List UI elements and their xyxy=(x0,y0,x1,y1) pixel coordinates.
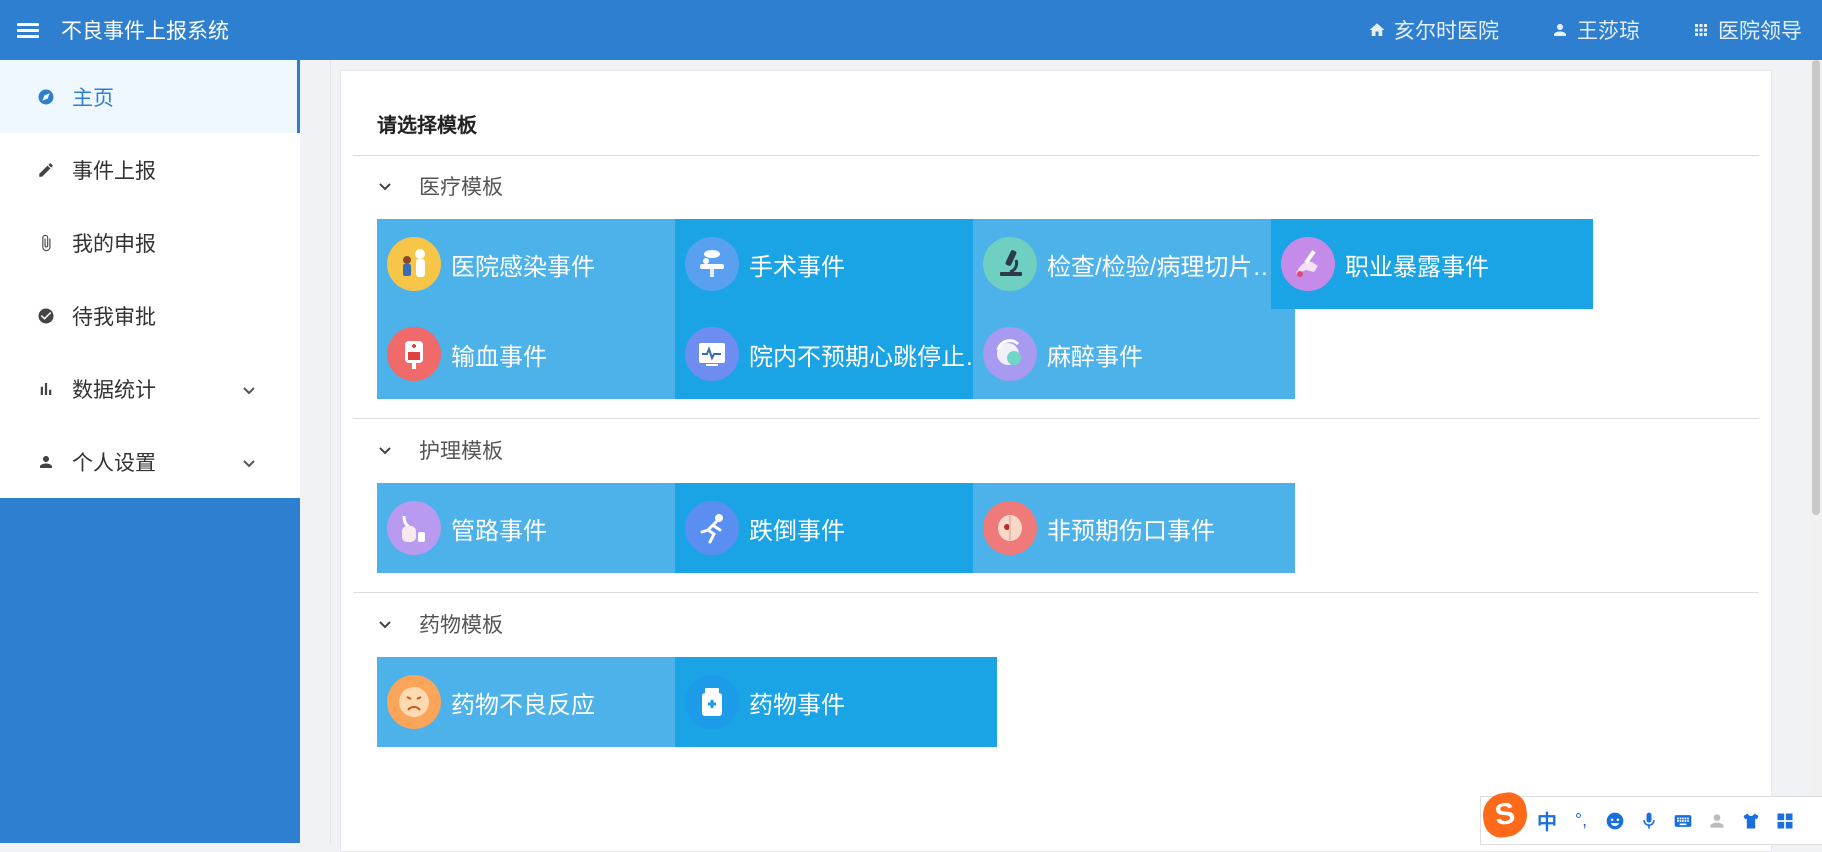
tile-label: 药物不良反应 xyxy=(451,691,595,719)
heart-monitor-icon xyxy=(685,327,739,381)
template-tile-catheter[interactable]: 管路事件 xyxy=(377,483,699,573)
microphone-icon[interactable] xyxy=(1639,811,1659,831)
template-tile-drug-event[interactable]: 药物事件 xyxy=(675,657,997,747)
template-tile-blood-transfusion[interactable]: 输血事件 xyxy=(377,309,699,399)
sidebar-item-pending-approval[interactable]: 待我审批 xyxy=(0,279,300,352)
paperclip-icon xyxy=(37,234,55,252)
page-title: 请选择模板 xyxy=(377,115,477,137)
anesthesia-mask-icon xyxy=(983,327,1037,381)
sidebar: 主页 事件上报 我的申报 待我审批 数据统计 个人设置 xyxy=(0,60,300,843)
tile-label: 检查/检验/病理切片… xyxy=(1047,253,1277,281)
section-label: 护理模板 xyxy=(419,440,503,463)
sidebar-item-label: 主页 xyxy=(72,86,114,110)
tile-label: 医院感染事件 xyxy=(451,253,595,281)
person-icon xyxy=(37,453,55,471)
user-toggle-icon[interactable] xyxy=(1707,811,1727,831)
hospital-name: 亥尔时医院 xyxy=(1394,20,1499,43)
ime-logo[interactable]: S xyxy=(1480,789,1530,840)
divider xyxy=(353,155,1759,156)
check-circle-icon xyxy=(37,307,55,325)
tile-label: 非预期伤口事件 xyxy=(1047,517,1215,545)
sidebar-item-label: 数据统计 xyxy=(72,378,156,402)
hand-syringe-icon xyxy=(1281,237,1335,291)
falling-person-icon xyxy=(685,501,739,555)
chevron-down-icon xyxy=(379,447,391,455)
ime-mode[interactable]: 中 xyxy=(1537,806,1557,835)
tile-label: 输血事件 xyxy=(451,343,547,371)
emoji-icon[interactable] xyxy=(1605,811,1625,831)
template-tile-exam-lab-pathology[interactable]: 检查/检验/病理切片… xyxy=(973,219,1295,309)
toolbox-grid-icon[interactable] xyxy=(1775,811,1795,831)
tile-label: 麻醉事件 xyxy=(1047,343,1143,371)
role-link[interactable]: 医院领导 xyxy=(1692,15,1802,45)
chevron-down-icon[interactable] xyxy=(242,453,255,468)
template-tile-fall[interactable]: 跌倒事件 xyxy=(675,483,997,573)
template-tile-unexpected-wound[interactable]: 非预期伤口事件 xyxy=(973,483,1295,573)
ime-toolbar: S 中 °, xyxy=(1480,789,1822,845)
tile-label: 药物事件 xyxy=(749,691,845,719)
microscope-icon xyxy=(983,237,1037,291)
sidebar-item-label: 待我审批 xyxy=(72,305,156,329)
tile-label: 管路事件 xyxy=(451,517,547,545)
sidebar-item-label: 我的申报 xyxy=(72,232,156,256)
template-panel: 请选择模板 医疗模板 医院感染事件 手术事件 检查/检验/病理切片… 职业暴露事… xyxy=(340,70,1772,852)
sidebar-item-label: 事件上报 xyxy=(72,159,156,183)
role-name: 医院领导 xyxy=(1718,20,1802,43)
section-header-nursing[interactable]: 护理模板 xyxy=(377,435,503,465)
hamburger-menu-icon[interactable] xyxy=(17,21,41,39)
bar-chart-icon xyxy=(37,380,55,398)
template-tile-anesthesia[interactable]: 麻醉事件 xyxy=(973,309,1295,399)
surgery-table-icon xyxy=(685,237,739,291)
sidebar-item-personal-settings[interactable]: 个人设置 xyxy=(0,425,300,498)
vertical-scrollbar[interactable] xyxy=(1810,60,1822,843)
template-tile-hospital-infection[interactable]: 医院感染事件 xyxy=(377,219,699,309)
pencil-icon xyxy=(37,161,55,179)
section-header-drug[interactable]: 药物模板 xyxy=(377,609,503,639)
chevron-down-icon[interactable] xyxy=(242,380,255,395)
ime-punctuation[interactable]: °, xyxy=(1571,810,1591,831)
doctor-patient-icon xyxy=(387,237,441,291)
user-link[interactable]: 王莎琼 xyxy=(1551,15,1640,45)
divider xyxy=(353,592,1759,593)
user-name: 王莎琼 xyxy=(1577,20,1640,43)
sidebar-item-home[interactable]: 主页 xyxy=(0,60,300,133)
scrollbar-thumb[interactable] xyxy=(1812,60,1820,515)
sidebar-item-report[interactable]: 事件上报 xyxy=(0,133,300,206)
keyboard-icon[interactable] xyxy=(1673,811,1693,831)
catheter-tube-icon xyxy=(387,501,441,555)
wound-icon xyxy=(983,501,1037,555)
medicine-bottle-icon xyxy=(685,675,739,729)
navigation-circle-icon xyxy=(37,88,55,106)
template-tile-occupational-exposure[interactable]: 职业暴露事件 xyxy=(1271,219,1593,309)
top-right-nav: 亥尔时医院 王莎琼 医院领导 xyxy=(1368,0,1802,60)
section-header-medical[interactable]: 医疗模板 xyxy=(377,171,503,201)
content-divider xyxy=(330,60,331,843)
sidebar-item-statistics[interactable]: 数据统计 xyxy=(0,352,300,425)
template-tile-surgery[interactable]: 手术事件 xyxy=(675,219,997,309)
chevron-down-icon xyxy=(379,621,391,629)
top-bar: 不良事件上报系统 亥尔时医院 王莎琼 医院领导 xyxy=(0,0,1822,60)
sidebar-item-label: 个人设置 xyxy=(72,451,156,475)
tile-label: 手术事件 xyxy=(749,253,845,281)
sad-face-icon xyxy=(387,675,441,729)
divider xyxy=(353,418,1759,419)
person-icon xyxy=(1554,24,1566,36)
blood-bag-icon xyxy=(387,327,441,381)
template-tile-cardiac-arrest[interactable]: 院内不预期心跳停止… xyxy=(675,309,997,399)
section-label: 医疗模板 xyxy=(419,176,503,199)
hospital-link[interactable]: 亥尔时医院 xyxy=(1368,15,1499,45)
main-content: 请选择模板 医疗模板 医院感染事件 手术事件 检查/检验/病理切片… 职业暴露事… xyxy=(300,60,1800,852)
sidebar-item-my-reports[interactable]: 我的申报 xyxy=(0,206,300,279)
section-label: 药物模板 xyxy=(419,614,503,637)
home-icon xyxy=(1369,23,1385,36)
sidebar-menu: 主页 事件上报 我的申报 待我审批 数据统计 个人设置 xyxy=(0,60,300,498)
tile-label: 院内不预期心跳停止… xyxy=(749,343,989,371)
tile-label: 跌倒事件 xyxy=(749,517,845,545)
app-title: 不良事件上报系统 xyxy=(61,20,229,43)
apps-grid-icon xyxy=(1695,24,1707,36)
skin-shirt-icon[interactable] xyxy=(1741,811,1761,831)
template-tile-adverse-drug-reaction[interactable]: 药物不良反应 xyxy=(377,657,699,747)
tile-label: 职业暴露事件 xyxy=(1345,253,1489,281)
chevron-down-icon xyxy=(379,183,391,191)
